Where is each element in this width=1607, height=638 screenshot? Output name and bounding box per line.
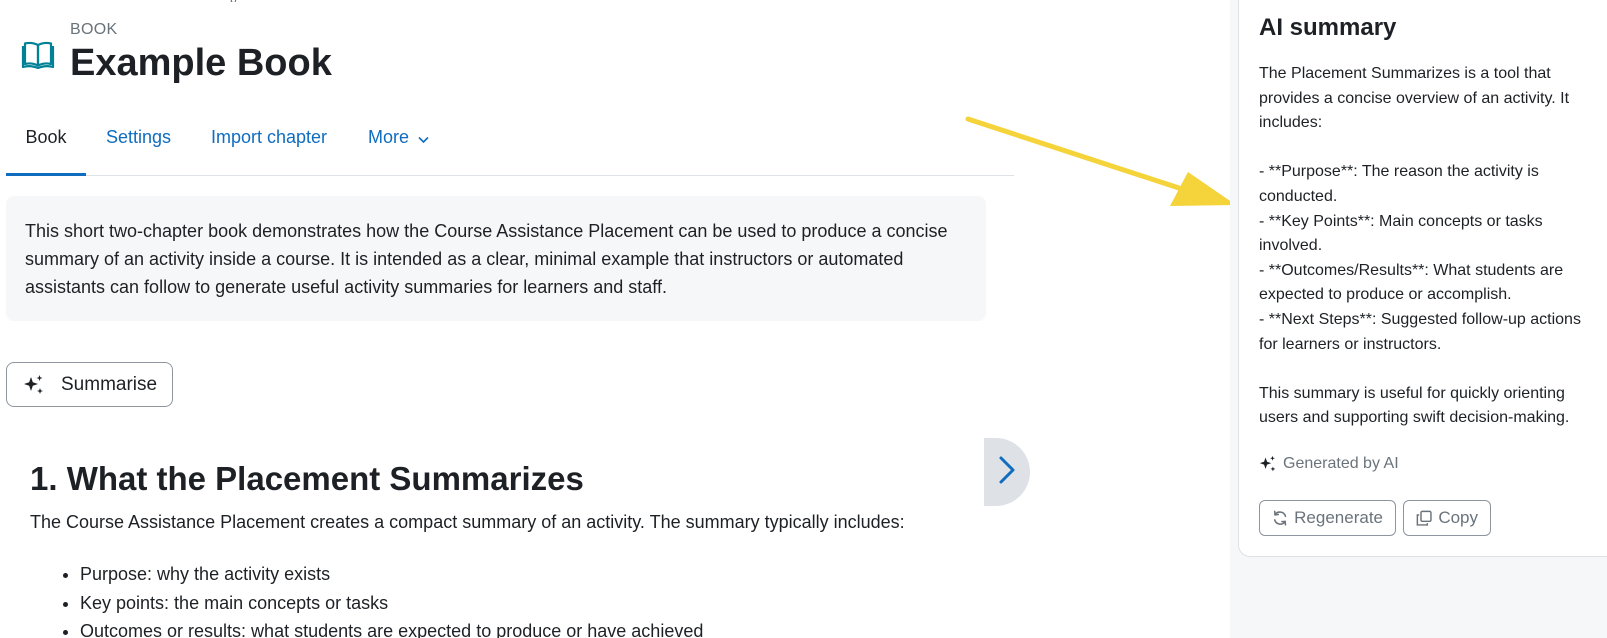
list-item: Key points: the main concepts or tasks [80, 589, 703, 618]
page-title: Example Book [70, 42, 332, 84]
summary-point: - **Purpose**: The reason the activity i… [1259, 163, 1539, 205]
summary-closing: This summary is useful for quickly orien… [1259, 384, 1570, 427]
chevron-right-icon [998, 455, 1016, 490]
chapter-title: 1. What the Placement Summarizes [30, 460, 584, 497]
secondary-navigation: Book Settings Import chapter More [6, 114, 1014, 176]
tab-import-chapter-label: Import chapter [211, 127, 328, 147]
chapter-text: The Course Assistance Placement creates … [30, 512, 905, 532]
book-intro: This short two-chapter book demonstrates… [6, 196, 986, 321]
regenerate-button[interactable]: Regenerate [1259, 500, 1396, 536]
clipped-breadcrumb: p [230, 0, 250, 2]
ai-summary-content: The Placement Summarizes is a tool that … [1259, 62, 1603, 431]
book-icon [21, 37, 55, 71]
summarise-label: Summarise [61, 373, 158, 395]
tab-book-label: Book [25, 127, 67, 147]
main-content: p BOOK Example Book Book Settings Import… [0, 0, 1230, 638]
tab-more-label: More [368, 127, 410, 147]
module-type-label: BOOK [70, 21, 118, 38]
chapter-list: Purpose: why the activity exists Key poi… [80, 560, 703, 638]
ai-summary-drawer: AI summary The Placement Summarizes is a… [1238, 0, 1607, 557]
next-chapter-button[interactable] [984, 438, 1030, 506]
list-item: Purpose: why the activity exists [80, 560, 703, 589]
copy-button[interactable]: Copy [1403, 500, 1491, 536]
summarise-button[interactable]: Summarise [6, 362, 173, 407]
tab-import-chapter[interactable]: Import chapter [211, 114, 327, 176]
tab-book[interactable]: Book [6, 114, 86, 176]
copy-label: Copy [1438, 508, 1478, 527]
generated-label: Generated by AI [1283, 455, 1399, 472]
tab-settings[interactable]: Settings [106, 114, 171, 176]
chevron-down-icon [418, 115, 429, 161]
sparkle-icon [1259, 455, 1277, 473]
sparkle-icon [23, 374, 45, 396]
intro-text: This short two-chapter book demonstrates… [25, 221, 948, 297]
annotation-arrow [965, 116, 1236, 206]
refresh-icon [1272, 510, 1288, 527]
copy-icon [1416, 510, 1432, 527]
summary-point: - **Key Points**: Main concepts or tasks… [1259, 212, 1543, 255]
summary-point: - **Outcomes/Results**: What students ar… [1259, 261, 1564, 304]
summary-intro: The Placement Summarizes is a tool that … [1259, 65, 1570, 132]
tab-more[interactable]: More [368, 114, 429, 176]
drawer-title: AI summary [1259, 14, 1397, 41]
regenerate-label: Regenerate [1294, 508, 1383, 527]
generated-by-ai: Generated by AI [1259, 455, 1399, 473]
summary-point: - **Next Steps**: Suggested follow-up ac… [1259, 310, 1581, 353]
list-item: Outcomes or results: what students are e… [80, 617, 703, 638]
tab-settings-label: Settings [106, 127, 172, 147]
